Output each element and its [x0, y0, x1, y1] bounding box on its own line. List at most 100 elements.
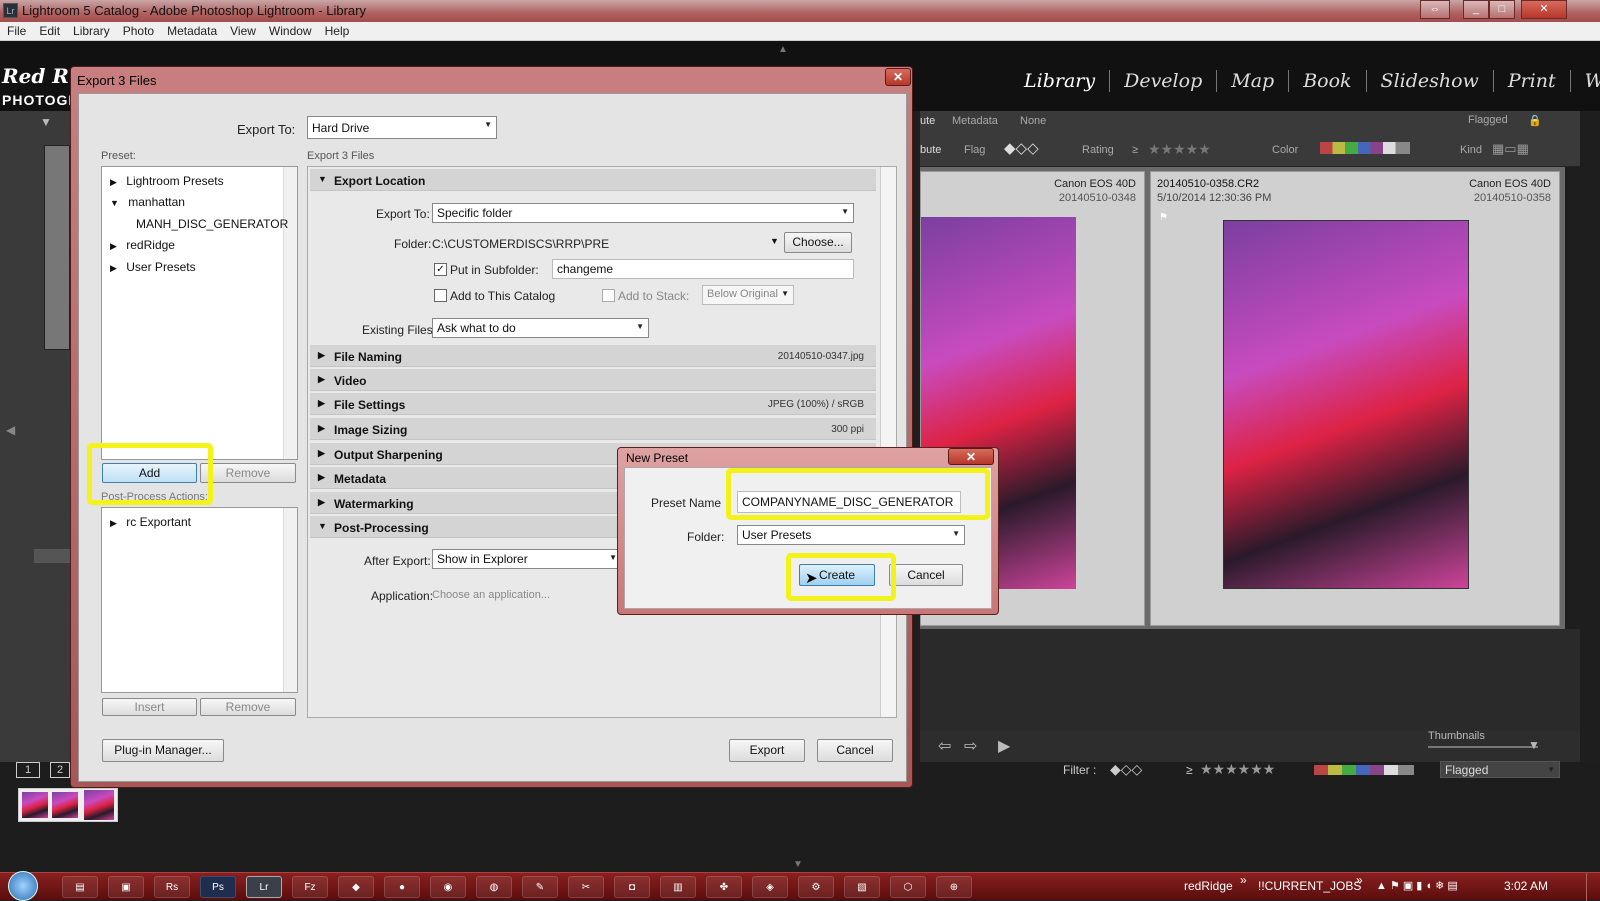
section-expand-icon[interactable]: ▶	[318, 398, 325, 409]
menu-metadata[interactable]: Metadata	[160, 22, 223, 38]
expand-arrow-icon[interactable]: ▶	[110, 177, 117, 187]
toolbar-chevron-icon[interactable]: »	[1240, 873, 1247, 887]
section-expand-icon[interactable]: ▶	[318, 374, 325, 385]
collapse-filmstrip-icon[interactable]: ▼	[793, 859, 803, 870]
post-process-scrollbar[interactable]	[283, 508, 297, 692]
grid-cell-selected[interactable]: 20140510-0358.CR2 5/10/2014 12:30:36 PM …	[1150, 171, 1560, 626]
rating-operator[interactable]: ≥	[1132, 144, 1138, 156]
location-export-to-select[interactable]: Specific folder	[432, 203, 854, 223]
add-to-stack-checkbox[interactable]	[602, 289, 615, 302]
preset-folder-manhattan[interactable]: manhattan	[128, 195, 185, 209]
menu-edit[interactable]: Edit	[32, 22, 66, 38]
filter-attribute-tab[interactable]: ute	[920, 115, 935, 127]
taskbar-app-icon[interactable]: ✤	[706, 876, 742, 898]
section-expand-icon[interactable]: ▶	[318, 350, 325, 361]
photo-thumbnail[interactable]	[1223, 220, 1469, 589]
section-image-sizing[interactable]: ▶ Image Sizing 300 ppi	[310, 418, 876, 440]
after-export-select[interactable]: Show in Explorer	[432, 549, 622, 569]
secondary-window-1[interactable]: 1	[16, 762, 40, 778]
module-slideshow[interactable]: Slideshow	[1366, 70, 1494, 92]
subfolder-input[interactable]: changeme	[552, 259, 854, 279]
restore-icon[interactable]: ⇔	[1420, 0, 1450, 19]
remove-preset-button[interactable]: Remove	[200, 463, 296, 483]
thumbnail-size-slider[interactable]	[1428, 746, 1538, 748]
module-develop[interactable]: Develop	[1110, 70, 1218, 92]
section-collapse-icon[interactable]: ▼	[318, 521, 327, 531]
plugin-manager-button[interactable]: Plug-in Manager...	[102, 739, 224, 762]
rs-app-icon[interactable]: Rs	[154, 876, 190, 898]
taskbar-clock[interactable]: 3:02 AM	[1504, 879, 1548, 893]
section-expand-icon[interactable]: ▶	[318, 423, 325, 434]
module-map[interactable]: Map	[1217, 70, 1290, 92]
filter-metadata-tab[interactable]: Metadata	[952, 115, 998, 127]
menu-help[interactable]: Help	[318, 22, 356, 38]
filmstrip-stars-icon[interactable]: ★★★★★★	[1200, 761, 1275, 778]
preset-folder-lightroom[interactable]: Lightroom Presets	[126, 174, 223, 188]
close-window-button[interactable]: ✕	[1521, 0, 1567, 19]
explorer-icon[interactable]: ▤	[62, 876, 98, 898]
rating-stars-icon[interactable]: ★★★★★	[1148, 141, 1211, 158]
preset-folder-select[interactable]: User Presets	[737, 525, 965, 545]
new-preset-close-button[interactable]: ✕	[948, 448, 994, 465]
kind-filter-icons[interactable]: ▦▭▦	[1492, 141, 1529, 157]
panel-selected-row[interactable]	[34, 549, 70, 563]
taskbar-app-icon[interactable]: ⬡	[890, 876, 926, 898]
taskbar-app-icon[interactable]: ⚙	[798, 876, 834, 898]
section-collapse-icon[interactable]: ▼	[318, 174, 327, 184]
export-to-select[interactable]: Hard Drive	[307, 116, 497, 139]
filezilla-icon[interactable]: Fz	[292, 876, 328, 898]
filmstrip-photo[interactable]	[84, 790, 114, 820]
section-expand-icon[interactable]: ▶	[318, 497, 325, 508]
flag-filter-icons[interactable]: ◆◇◇	[1004, 139, 1039, 157]
expand-arrow-icon[interactable]: ▶	[110, 518, 117, 528]
section-expand-icon[interactable]: ▶	[318, 448, 325, 459]
chrome-icon[interactable]: ◉	[430, 876, 466, 898]
taskbar-app-icon[interactable]: ◍	[476, 876, 512, 898]
preset-folder-redridge[interactable]: redRidge	[126, 238, 175, 252]
menu-photo[interactable]: Photo	[116, 22, 160, 38]
menu-file[interactable]: File	[0, 22, 32, 38]
photoshop-icon[interactable]: Ps	[200, 876, 236, 898]
start-button-icon[interactable]	[8, 871, 38, 901]
lightroom-taskbar-icon[interactable]: Lr	[246, 876, 282, 898]
module-book[interactable]: Book	[1289, 70, 1367, 92]
toolbar-chevron-icon[interactable]: »	[1356, 873, 1363, 887]
export-dialog-close-button[interactable]: ✕	[885, 68, 911, 86]
secondary-window-2[interactable]: 2	[50, 762, 70, 778]
taskbar-app-icon[interactable]: ◈	[752, 876, 788, 898]
taskbar-toolbar-current-jobs[interactable]: !!CURRENT_JOBS	[1258, 879, 1361, 893]
export-button[interactable]: Export	[729, 739, 805, 762]
filmstrip-rating-operator[interactable]: ≥	[1186, 763, 1193, 777]
application-placeholder[interactable]: Choose an application...	[432, 589, 550, 601]
module-print[interactable]: Print	[1493, 70, 1571, 92]
play-slideshow-icon[interactable]: ▶	[998, 736, 1010, 756]
post-process-list[interactable]: ▶ rc Exportant	[101, 507, 298, 693]
module-library[interactable]: Library	[1010, 70, 1111, 92]
left-panel-toggle-icon[interactable]: ◀	[6, 423, 15, 437]
filter-none-tab[interactable]: None	[1020, 115, 1046, 127]
taskbar-app-icon[interactable]: ✎	[522, 876, 558, 898]
post-process-item-rc-exportant[interactable]: rc Exportant	[126, 515, 191, 529]
settings-scrollbar[interactable]	[880, 167, 896, 717]
choose-folder-button[interactable]: Choose...	[784, 232, 852, 253]
cancel-preset-button[interactable]: Cancel	[889, 564, 963, 586]
taskbar-app-icon[interactable]: ◘	[614, 876, 650, 898]
insert-action-button[interactable]: Insert	[102, 698, 197, 716]
flag-icon[interactable]: ⚑	[1159, 212, 1168, 223]
filmstrip-color-swatches[interactable]	[1314, 765, 1414, 775]
navigator-collapse-icon[interactable]: ▼	[40, 115, 52, 129]
show-desktop-button[interactable]	[1586, 873, 1600, 901]
next-photo-icon[interactable]: ⇨	[964, 736, 977, 756]
section-file-settings[interactable]: ▶ File Settings JPEG (100%) / sRGB	[310, 393, 876, 415]
menu-view[interactable]: View	[223, 22, 262, 38]
maximize-button[interactable]: □	[1489, 0, 1515, 19]
system-tray-icons[interactable]: ▲ ⚑ ▣ ▮ ◖ ❄ ▤	[1376, 879, 1458, 892]
preset-list-scrollbar[interactable]	[283, 167, 297, 459]
taskbar-app-icon[interactable]: ⊕	[936, 876, 972, 898]
folder-dropdown-icon[interactable]: ▼	[770, 236, 779, 246]
section-video[interactable]: ▶ Video	[310, 369, 876, 391]
filmstrip-filter-preset[interactable]: Flagged	[1440, 761, 1560, 778]
taskbar-app-icon[interactable]: ✂	[568, 876, 604, 898]
preset-list[interactable]: ▶ Lightroom Presets ▼ manhattan MANH_DIS…	[101, 166, 298, 460]
toolbar-menu-chevron-icon[interactable]: ▼	[1528, 738, 1540, 752]
